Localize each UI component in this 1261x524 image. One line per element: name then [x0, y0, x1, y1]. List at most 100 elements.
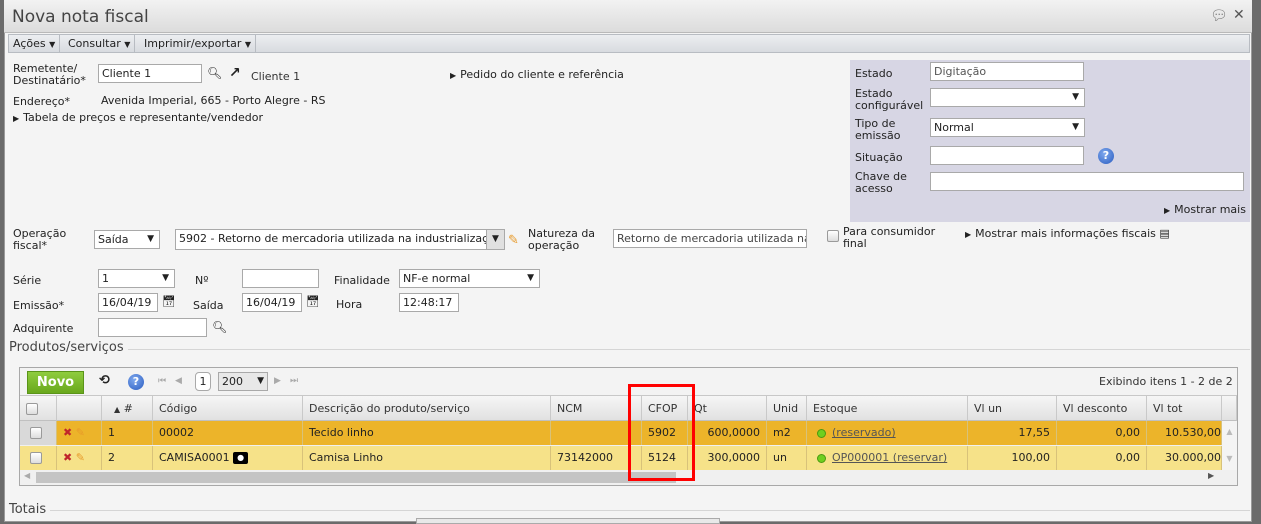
external-link-icon[interactable]: ↗ [229, 65, 241, 81]
comment-icon[interactable]: 💬︎ [1210, 8, 1228, 24]
help-icon[interactable]: ? [128, 374, 144, 390]
edit-pencil-icon[interactable]: ✎ [508, 233, 519, 248]
toggle-label: Mostrar mais informações fiscais [975, 227, 1156, 240]
column-header-descricao[interactable]: Descrição do produto/serviço [303, 396, 551, 421]
vertical-scrollbar[interactable]: ▲ ▼ [1222, 421, 1237, 470]
page-size-select[interactable]: 200 ▼ [218, 372, 268, 391]
cell-vl-desconto: 0,00 [1057, 446, 1147, 470]
column-header-spacer [1222, 396, 1237, 421]
consumidor-final-checkbox[interactable] [827, 229, 839, 242]
estoque-link[interactable]: (reservado) [832, 426, 896, 439]
combobox-value: 5902 - Retorno de mercadoria utilizada n… [179, 232, 502, 245]
estado-label: Estado [855, 67, 893, 80]
help-icon[interactable]: ? [1098, 148, 1114, 164]
toggle-label: Tabela de preços e representante/vendedo… [23, 111, 263, 124]
menu-consultar[interactable]: Consultar ▼ [64, 35, 136, 52]
pedido-toggle[interactable]: ▶ Pedido do cliente e referência [450, 68, 624, 81]
column-header-vl-desconto[interactable]: Vl desconto [1057, 396, 1147, 421]
tipo-emissao-select[interactable]: Normal [930, 118, 1085, 137]
column-header-qt[interactable]: Qt [688, 396, 767, 421]
row-checkbox[interactable] [20, 446, 57, 470]
situacao-label: Situação [855, 151, 903, 164]
caret-right-icon: ▶ [965, 230, 972, 239]
estado-input[interactable]: Digitação [930, 62, 1084, 81]
consumidor-final-label: Para consumidor final [843, 225, 936, 250]
cfop-combobox[interactable]: 5902 - Retorno de mercadoria utilizada n… [175, 229, 505, 250]
table-row[interactable]: ✖ ✎ 2 CAMISA0001 ● Camisa Linho 73142000… [20, 446, 1222, 470]
search-icon[interactable]: 🔍︎ [207, 66, 222, 80]
situacao-input[interactable] [930, 146, 1084, 165]
chave-acesso-input[interactable] [930, 172, 1244, 191]
operacao-select[interactable]: Saída [94, 230, 160, 249]
novo-button[interactable]: Novo [27, 371, 84, 394]
tabela-precos-toggle[interactable]: ▶ Tabela de preços e representante/vended… [13, 111, 263, 124]
column-header-unid[interactable]: Unid [767, 396, 807, 421]
scroll-left-icon[interactable]: ◀ [24, 471, 30, 480]
column-header-estoque[interactable]: Estoque [807, 396, 968, 421]
row-actions: ✖ ✎ [57, 421, 102, 445]
scrollbar-thumb[interactable] [36, 472, 676, 483]
camera-icon[interactable]: ● [233, 452, 249, 464]
saida-date-input[interactable]: 16/04/19 [242, 293, 302, 312]
calendar-icon[interactable]: 📅︎ [306, 295, 320, 308]
serie-select[interactable]: 1 [98, 269, 175, 288]
menu-acoes[interactable]: Ações ▼ [9, 35, 61, 52]
cell-estoque: OP000001 (reservar) [807, 446, 968, 470]
remetente-input[interactable]: Cliente 1 [98, 64, 202, 83]
section-divider [128, 349, 1250, 350]
cell-estoque: (reservado) [807, 421, 968, 445]
select-value: Saída [98, 233, 129, 246]
toggle-label: Pedido do cliente e referência [460, 68, 624, 81]
endereco-value: Avenida Imperial, 665 - Porto Alegre - R… [101, 94, 326, 107]
emissao-date-input[interactable]: 16/04/19 [98, 293, 158, 312]
page-input[interactable]: 1 [195, 372, 211, 391]
paging-info: Exibindo itens 1 - 2 de 2 [1099, 375, 1233, 388]
hora-input[interactable]: 12:48:17 [399, 293, 459, 312]
select-all-checkbox[interactable] [20, 396, 57, 421]
edit-pencil-icon[interactable]: ✎ [76, 426, 85, 439]
totais-tabs [416, 518, 720, 524]
scroll-right-icon[interactable]: ▶ [1208, 471, 1214, 480]
document-icon: ▤ [1159, 227, 1170, 240]
adquirente-input[interactable] [98, 318, 207, 337]
estoque-link[interactable]: OP000001 (reservar) [832, 451, 947, 464]
select-value: 1 [102, 272, 109, 285]
cell-qt: 300,0000 [688, 446, 767, 470]
cell-vl-desconto: 0,00 [1057, 421, 1147, 445]
menu-bar: Ações ▼ Consultar ▼ Imprimir/exportar ▼ [8, 34, 1250, 53]
next-page-icon[interactable]: ▶ [274, 376, 281, 386]
cell-unid: m2 [767, 421, 807, 445]
natureza-input[interactable]: Retorno de mercadoria utilizada na [613, 229, 807, 248]
delete-icon[interactable]: ✖ [63, 426, 72, 439]
edit-pencil-icon[interactable]: ✎ [76, 451, 85, 464]
prev-page-icon[interactable]: ◀ [175, 376, 182, 386]
operacao-label: Operação fiscal* [13, 227, 67, 252]
column-header-number[interactable]: ▲ # [102, 396, 153, 421]
column-header-codigo[interactable]: Código [153, 396, 303, 421]
combobox-dropdown-button[interactable]: ▼ [486, 230, 504, 249]
caret-right-icon: ▶ [1164, 206, 1171, 215]
column-header-vl-tot[interactable]: Vl tot [1147, 396, 1222, 421]
horizontal-scrollbar[interactable]: ◀ ▶ [20, 470, 1222, 485]
mais-fiscais-toggle[interactable]: ▶ Mostrar mais informações fiscais ▤ [965, 227, 1170, 240]
close-icon[interactable]: ✕ [1233, 7, 1245, 23]
estado-configuravel-label: Estado configurável [855, 87, 924, 112]
search-icon[interactable]: 🔍︎ [212, 320, 227, 334]
finalidade-select[interactable]: NF-e normal [399, 269, 540, 288]
menu-imprimir[interactable]: Imprimir/exportar ▼ [140, 35, 257, 52]
cliente-link[interactable]: Cliente 1 [251, 70, 300, 83]
refresh-icon[interactable]: ⟲ [99, 373, 110, 388]
numero-input[interactable] [242, 269, 319, 288]
produtos-section-title: Produtos/serviços [9, 340, 124, 355]
table-row[interactable]: ✖ ✎ 1 00002 Tecido linho 5902 600,0000 m… [20, 421, 1222, 445]
caret-right-icon: ▶ [13, 114, 20, 123]
first-page-icon[interactable]: ⏮ [158, 376, 166, 386]
calendar-icon[interactable]: 📅︎ [162, 295, 176, 308]
row-checkbox[interactable] [20, 421, 57, 445]
last-page-icon[interactable]: ⏭ [290, 376, 298, 386]
cell-vl-un: 100,00 [968, 446, 1057, 470]
estado-configuravel-select[interactable] [930, 88, 1085, 107]
mostrar-mais-toggle[interactable]: ▶ Mostrar mais [1164, 203, 1246, 216]
column-header-vl-un[interactable]: Vl un [968, 396, 1057, 421]
delete-icon[interactable]: ✖ [63, 451, 72, 464]
